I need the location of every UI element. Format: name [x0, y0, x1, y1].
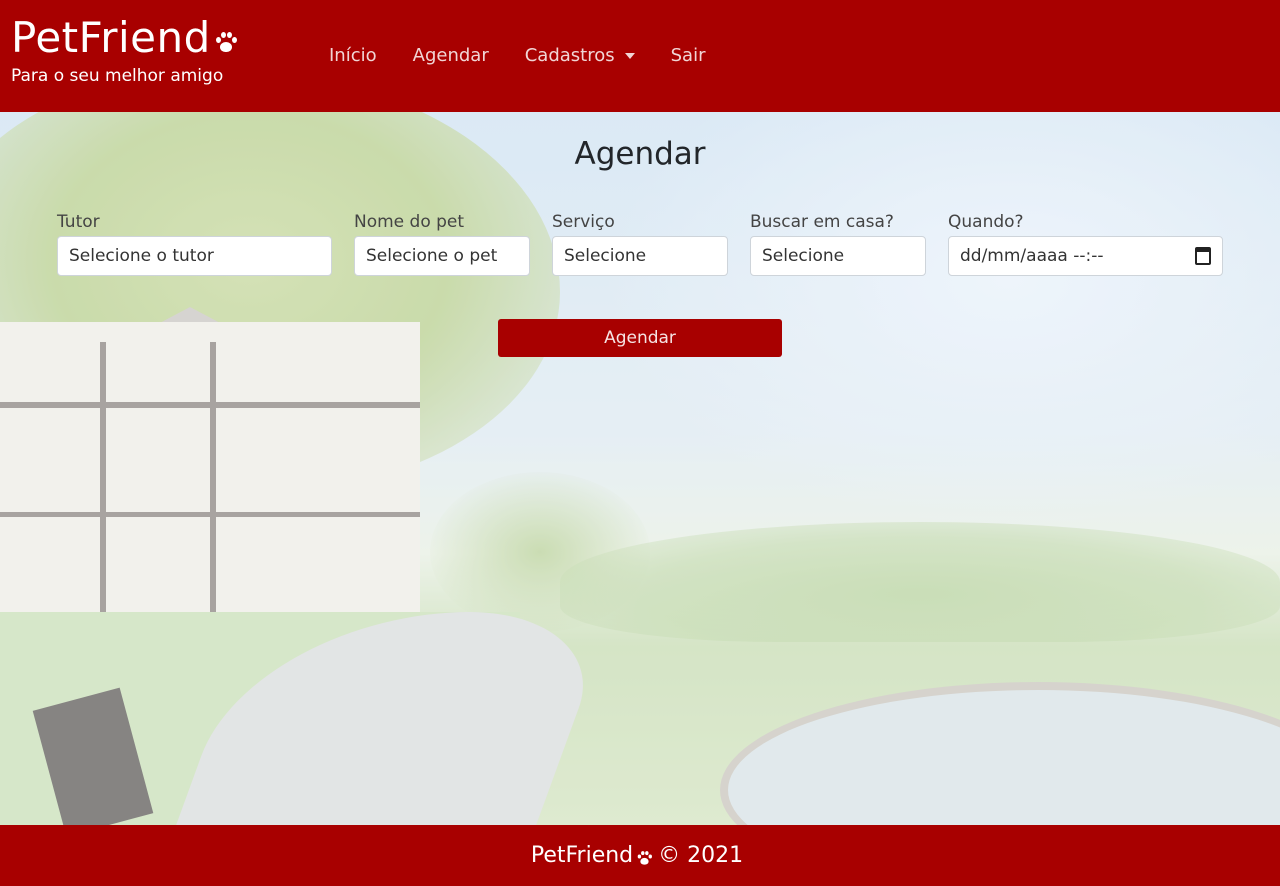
- tutor-field: Tutor Selecione o tutor: [57, 210, 332, 276]
- servico-select[interactable]: Selecione: [552, 236, 728, 276]
- caret-down-icon: [624, 53, 635, 59]
- servico-field: Serviço Selecione: [552, 210, 728, 276]
- servico-label: Serviço: [552, 212, 615, 232]
- page-title: Agendar: [574, 136, 706, 172]
- brand-subtitle: Para o seu melhor amigo: [11, 66, 224, 86]
- pet-select[interactable]: Selecione o pet: [354, 236, 530, 276]
- quando-datetime-input[interactable]: dd/mm/aaaa --:--: [948, 236, 1223, 276]
- footer: PetFriend © 2021: [0, 825, 1280, 886]
- tutor-select[interactable]: Selecione o tutor: [57, 236, 332, 276]
- nav-label: Sair: [670, 45, 706, 66]
- quando-value: dd/mm/aaaa --:--: [960, 246, 1104, 266]
- brand-title: PetFriend: [11, 10, 237, 66]
- nav-label: Cadastros: [524, 45, 615, 66]
- buscar-select[interactable]: Selecione: [750, 236, 926, 276]
- footer-brand: PetFriend: [530, 843, 634, 868]
- nav-label: Agendar: [412, 45, 489, 66]
- navbar: PetFriend Para o seu melhor amigo Início…: [0, 0, 1280, 112]
- pet-select-text: Selecione o pet: [366, 246, 498, 266]
- nav-label: Início: [329, 45, 377, 66]
- buscar-select-text: Selecione: [762, 246, 845, 266]
- quando-label: Quando?: [948, 212, 1024, 232]
- tutor-label: Tutor: [57, 212, 100, 232]
- main-nav: Início Agendar Cadastros Sair: [311, 42, 723, 70]
- nav-item-sair[interactable]: Sair: [653, 42, 724, 70]
- nav-item-agendar[interactable]: Agendar: [395, 42, 507, 70]
- pet-field: Nome do pet Selecione o pet: [354, 210, 530, 276]
- quando-field: Quando? dd/mm/aaaa --:--: [948, 210, 1223, 276]
- paw-icon: [637, 850, 653, 865]
- paw-icon: [215, 31, 237, 53]
- brand-name: PetFriend: [11, 13, 211, 62]
- servico-select-text: Selecione: [564, 246, 647, 266]
- tutor-select-text: Selecione o tutor: [69, 246, 214, 266]
- buscar-field: Buscar em casa? Selecione: [750, 210, 926, 276]
- calendar-icon[interactable]: [1195, 247, 1211, 265]
- agendar-button[interactable]: Agendar: [498, 319, 782, 357]
- nav-item-inicio[interactable]: Início: [311, 42, 395, 70]
- buscar-label: Buscar em casa?: [750, 212, 894, 232]
- pet-label: Nome do pet: [354, 212, 465, 232]
- nav-item-cadastros-dropdown[interactable]: Cadastros: [507, 42, 653, 70]
- footer-copyright: © 2021: [658, 843, 744, 868]
- brand[interactable]: PetFriend Para o seu melhor amigo: [11, 10, 237, 88]
